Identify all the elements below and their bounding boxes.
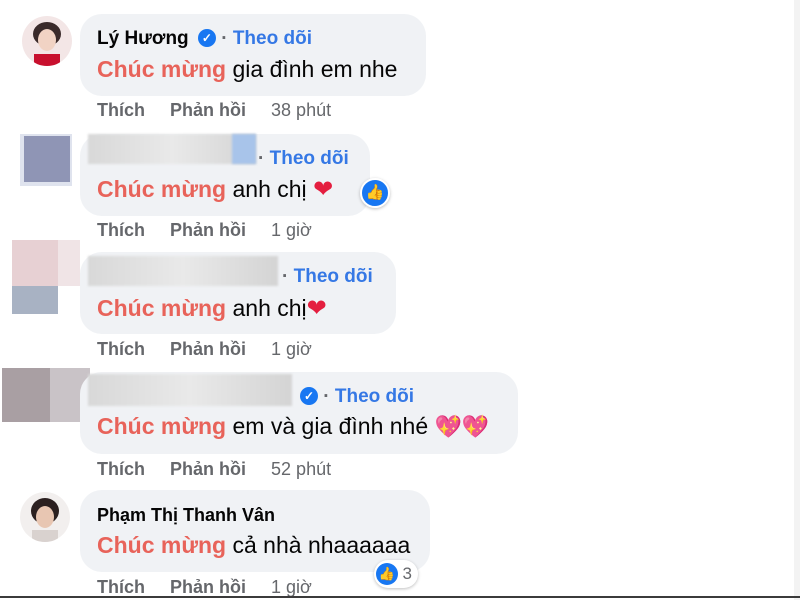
- follow-button[interactable]: Theo dõi: [270, 148, 349, 169]
- like-link[interactable]: Thích: [97, 100, 145, 120]
- author-name[interactable]: Lý Hương: [97, 28, 189, 49]
- reply-link[interactable]: Phản hồi: [170, 339, 246, 359]
- follow-button[interactable]: Theo dõi: [233, 28, 312, 49]
- timestamp[interactable]: 1 giờ: [271, 339, 312, 359]
- avatar[interactable]: [12, 240, 80, 314]
- timestamp[interactable]: 1 giờ: [271, 577, 312, 597]
- highlighted-text: Chúc mừng: [97, 176, 227, 202]
- avatar[interactable]: [20, 134, 72, 186]
- verified-icon: ✓: [197, 29, 216, 47]
- like-link[interactable]: Thích: [97, 577, 145, 597]
- separator: ·: [323, 386, 330, 407]
- follow-button[interactable]: Theo dõi: [294, 266, 373, 287]
- comment-bubble: [80, 14, 426, 96]
- timestamp[interactable]: 52 phút: [271, 459, 331, 479]
- comment-actions: Thích Phản hồi 1 giờ: [97, 339, 312, 360]
- comment-body: cả nhà nhaaaaaa: [232, 532, 411, 558]
- reaction-summary[interactable]: 👍 3: [374, 560, 418, 588]
- comment-body: gia đình em nhe: [232, 56, 398, 82]
- separator: ·: [282, 266, 289, 287]
- comment-bubble: [80, 490, 430, 572]
- comment-body: anh chị: [232, 295, 307, 321]
- heart-emoji: 💖💖: [434, 414, 490, 439]
- comment-text: Chúc mừng gia đình em nhe: [97, 56, 397, 83]
- heart-emoji: ❤: [306, 295, 327, 322]
- comment-author[interactable]: · Theo dõi: [282, 266, 373, 288]
- comment-author[interactable]: · Theo dõi: [258, 148, 349, 170]
- comment-actions: Thích Phản hồi 52 phút: [97, 459, 331, 480]
- avatar[interactable]: [2, 368, 90, 422]
- highlighted-text: Chúc mừng: [97, 295, 227, 321]
- highlighted-text: Chúc mừng: [97, 532, 227, 558]
- comment-actions: Thích Phản hồi 1 giờ: [97, 220, 312, 241]
- divider: [0, 596, 800, 598]
- reply-link[interactable]: Phản hồi: [170, 577, 246, 597]
- comment-actions: Thích Phản hồi 1 giờ: [97, 577, 312, 598]
- like-icon: 👍: [376, 563, 398, 585]
- reply-link[interactable]: Phản hồi: [170, 220, 246, 240]
- timestamp[interactable]: 1 giờ: [271, 220, 312, 240]
- comment-body: em và gia đình nhé: [232, 413, 429, 439]
- comment-actions: Thích Phản hồi 38 phút: [97, 100, 331, 121]
- redacted-name: [88, 256, 278, 286]
- comment-text: Chúc mừng em và gia đình nhé 💖💖: [97, 413, 489, 440]
- author-name[interactable]: Phạm Thị Thanh Vân: [97, 505, 275, 525]
- avatar[interactable]: [22, 16, 72, 66]
- comment-text: Chúc mừng cả nhà nhaaaaaa: [97, 532, 410, 559]
- redacted-name: [88, 374, 292, 406]
- verified-icon: ✓: [300, 387, 318, 405]
- like-link[interactable]: Thích: [97, 220, 145, 240]
- avatar[interactable]: [20, 492, 70, 542]
- like-icon[interactable]: 👍: [360, 178, 390, 208]
- redacted-name: [88, 134, 256, 164]
- comment-text: Chúc mừng anh chị ❤: [97, 175, 333, 204]
- separator: ·: [221, 28, 228, 49]
- comment-body: anh chị: [232, 176, 307, 202]
- reply-link[interactable]: Phản hồi: [170, 459, 246, 479]
- redacted-name: [232, 134, 256, 164]
- comment-author[interactable]: Lý Hương ✓ · Theo dõi: [97, 28, 312, 50]
- highlighted-text: Chúc mừng: [97, 413, 227, 439]
- reply-link[interactable]: Phản hồi: [170, 100, 246, 120]
- timestamp[interactable]: 38 phút: [271, 100, 331, 120]
- follow-button[interactable]: Theo dõi: [335, 386, 414, 407]
- comment-text: Chúc mừng anh chị❤: [97, 294, 327, 323]
- reaction-count: 3: [402, 564, 412, 583]
- comment-author[interactable]: Phạm Thị Thanh Vân: [97, 505, 275, 526]
- comment-author[interactable]: ✓ · Theo dõi: [296, 386, 414, 408]
- highlighted-text: Chúc mừng: [97, 56, 227, 82]
- like-link[interactable]: Thích: [97, 339, 145, 359]
- like-link[interactable]: Thích: [97, 459, 145, 479]
- scrollbar[interactable]: [794, 0, 800, 600]
- heart-emoji: ❤: [313, 176, 334, 203]
- separator: ·: [258, 148, 265, 169]
